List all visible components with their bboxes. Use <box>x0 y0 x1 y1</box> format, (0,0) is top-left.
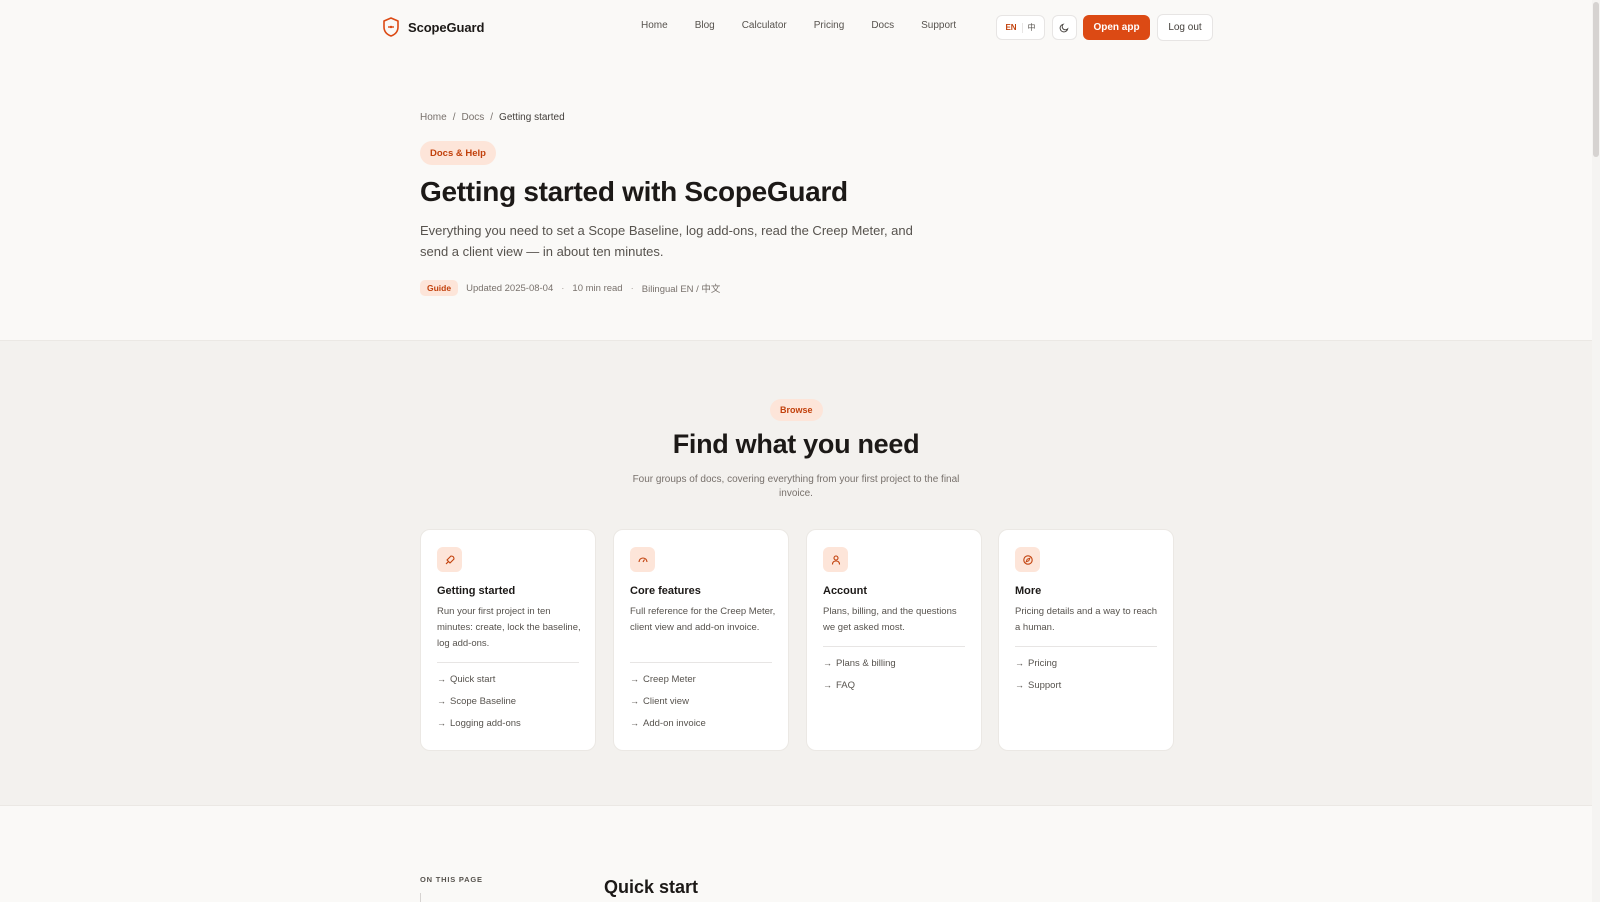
link-label: Client view <box>643 695 689 707</box>
language-info: Bilingual EN / 中文 <box>641 284 721 295</box>
browse-section: Browse Find what you need Four groups of… <box>0 340 1592 806</box>
user-icon <box>823 547 848 572</box>
link-scope-baseline[interactable]: → Scope Baseline <box>437 690 521 712</box>
link-faq[interactable]: → FAQ <box>823 674 896 696</box>
shield-logo-icon <box>383 17 399 37</box>
site-header: ScopeGuard Home Blog Calculator Pricing … <box>0 0 1592 56</box>
compass-icon <box>1015 547 1040 572</box>
card-title: Core features <box>630 585 701 597</box>
section-title-quick-start: Quick start <box>604 877 699 897</box>
arrow-right-icon: → <box>437 718 446 728</box>
page-scrollbar[interactable] <box>1592 0 1600 902</box>
link-label: Logging add-ons <box>450 717 521 729</box>
link-label: Quick start <box>450 673 496 685</box>
card-links: → Plans & billing → FAQ <box>823 652 896 696</box>
read-time: 10 min read <box>572 282 623 294</box>
arrow-right-icon: → <box>437 696 446 706</box>
card-title: Getting started <box>437 585 516 597</box>
breadcrumb-separator: / <box>490 112 494 123</box>
gauge-icon <box>630 547 655 572</box>
link-pricing[interactable]: → Pricing <box>1015 652 1061 674</box>
arrow-right-icon: → <box>823 658 832 668</box>
rocket-icon <box>437 547 462 572</box>
card-description: Full reference for the Creep Meter, clie… <box>630 606 776 633</box>
docs-help-badge: Docs & Help <box>420 141 496 165</box>
card-description: Plans, billing, and the questions we get… <box>823 606 957 633</box>
nav-home[interactable]: Home <box>641 20 668 31</box>
brand-name: ScopeGuard <box>408 19 485 35</box>
card-divider <box>823 646 965 647</box>
card-core-features[interactable]: Core features Full reference for the Cre… <box>613 529 789 751</box>
arrow-right-icon: → <box>1015 680 1024 690</box>
card-description: Run your first project in ten minutes: c… <box>437 606 581 649</box>
breadcrumb-docs[interactable]: Docs <box>461 112 484 123</box>
card-description: Pricing details and a way to reach a hum… <box>1015 606 1158 633</box>
card-divider <box>437 662 579 663</box>
card-links: → Pricing → Support <box>1015 652 1061 696</box>
arrow-right-icon: → <box>437 674 446 684</box>
meta-separator: · <box>561 282 565 294</box>
card-divider <box>630 662 772 663</box>
link-support[interactable]: → Support <box>1015 674 1061 696</box>
arrow-right-icon: → <box>630 674 639 684</box>
link-quick-start[interactable]: → Quick start <box>437 668 521 690</box>
page-subtitle: Everything you need to set a Scope Basel… <box>420 223 913 259</box>
scrollbar-thumb[interactable] <box>1593 2 1599 157</box>
logout-button[interactable]: Log out <box>1157 14 1213 41</box>
brand-logo[interactable]: ScopeGuard <box>382 17 484 37</box>
link-label: FAQ <box>836 679 856 691</box>
toc-label: ON THIS PAGE <box>420 875 483 884</box>
theme-toggle-button[interactable] <box>1052 15 1077 40</box>
card-more[interactable]: More Pricing details and a way to reach … <box>998 529 1174 751</box>
main-nav: Home Blog Calculator Pricing Docs Suppor… <box>641 20 983 31</box>
toc-rail <box>420 893 421 902</box>
breadcrumb: Home / Docs / Getting started <box>420 112 565 123</box>
breadcrumb-home[interactable]: Home <box>420 112 447 123</box>
link-creep-meter[interactable]: → Creep Meter <box>630 668 706 690</box>
breadcrumb-separator: / <box>452 112 456 123</box>
guide-tag: Guide <box>420 280 459 296</box>
language-toggle[interactable]: EN 中 <box>996 15 1045 40</box>
nav-calculator[interactable]: Calculator <box>742 20 787 31</box>
link-add-on-invoice[interactable]: → Add-on invoice <box>630 712 706 734</box>
link-client-view[interactable]: → Client view <box>630 690 706 712</box>
arrow-right-icon: → <box>630 718 639 728</box>
card-links: → Quick start → Scope Baseline → Logging ad… <box>437 668 521 734</box>
browse-badge: Browse <box>770 399 823 421</box>
lang-en[interactable]: EN <box>1005 23 1016 32</box>
meta-separator: · <box>630 282 634 294</box>
link-label: Add-on invoice <box>643 717 706 729</box>
arrow-right-icon: → <box>1015 658 1024 668</box>
nav-support[interactable]: Support <box>921 20 956 31</box>
breadcrumb-current: Getting started <box>499 112 565 123</box>
link-logging-add-ons[interactable]: → Logging add-ons <box>437 712 521 734</box>
card-links: → Creep Meter → Client view → Add-on invoic… <box>630 668 706 734</box>
open-app-button[interactable]: Open app <box>1083 15 1150 40</box>
card-account[interactable]: Account Plans, billing, and the question… <box>806 529 982 751</box>
updated-date: Updated 2025-08-04 <box>466 282 554 294</box>
card-divider <box>1015 646 1157 647</box>
arrow-right-icon: → <box>823 680 832 690</box>
page-title: Getting started with ScopeGuard <box>420 176 848 207</box>
article-meta: Guide Updated 2025-08-04 · 10 min read ·… <box>420 280 720 296</box>
card-getting-started[interactable]: Getting started Run your first project i… <box>420 529 596 751</box>
browse-title: Find what you need <box>672 429 920 459</box>
nav-blog[interactable]: Blog <box>695 20 715 31</box>
link-label: Creep Meter <box>643 673 696 685</box>
browse-subtitle: Four groups of docs, covering everything… <box>632 474 960 499</box>
link-label: Pricing <box>1028 657 1058 669</box>
card-title: More <box>1015 585 1042 597</box>
lang-zh[interactable]: 中 <box>1028 22 1036 33</box>
arrow-right-icon: → <box>630 696 639 706</box>
nav-docs[interactable]: Docs <box>871 20 894 31</box>
card-title: Account <box>823 585 867 597</box>
link-label: Plans & billing <box>836 657 896 669</box>
nav-pricing[interactable]: Pricing <box>814 20 845 31</box>
link-label: Scope Baseline <box>450 695 517 707</box>
moon-icon <box>1059 23 1069 33</box>
link-plans-billing[interactable]: → Plans & billing <box>823 652 896 674</box>
lang-divider <box>1021 22 1023 33</box>
link-label: Support <box>1028 679 1062 691</box>
